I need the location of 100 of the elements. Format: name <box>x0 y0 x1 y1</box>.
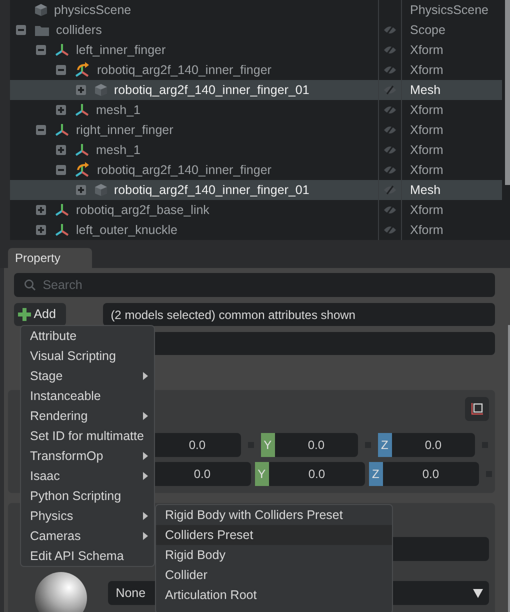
property-tab[interactable]: Property <box>8 248 92 268</box>
item-name: robotiq_arg2f_140_inner_finger_01 <box>114 82 310 99</box>
item-name: robotiq_arg2f_140_inner_finger <box>97 162 272 179</box>
item-name: right_inner_finger <box>76 122 174 139</box>
number-field[interactable]: Y 0.0 <box>260 433 358 457</box>
collapse-icon[interactable] <box>56 165 66 175</box>
collapse-icon[interactable] <box>36 45 46 55</box>
item-type: Xform <box>409 222 444 239</box>
scrollbar-thumb[interactable] <box>505 0 510 185</box>
axes-icon <box>74 142 90 158</box>
axes-arrow-icon <box>74 62 91 78</box>
tree-row[interactable]: right_inner_finger Xform <box>10 120 502 140</box>
axes-icon <box>54 202 70 218</box>
menu-item[interactable]: Attribute <box>21 326 154 346</box>
submenu-arrow-icon <box>143 412 148 420</box>
tree-row[interactable]: mesh_1 Xform <box>10 140 502 160</box>
expand-icon[interactable] <box>36 225 46 235</box>
item-name: colliders <box>56 22 102 39</box>
item-type: Xform <box>409 102 444 119</box>
menu-item[interactable]: Instanceable <box>21 386 154 406</box>
eye-icon[interactable] <box>383 205 397 215</box>
dropdown-arrow-icon <box>472 588 483 598</box>
eye-icon[interactable] <box>383 225 397 235</box>
eye-icon[interactable] <box>383 45 397 55</box>
tree-row[interactable]: colliders Scope <box>10 20 502 40</box>
tree-row[interactable]: left_outer_knuckle Xform <box>10 220 502 240</box>
item-type: Mesh <box>409 182 441 199</box>
axes-arrow-icon <box>74 162 91 178</box>
menu-item[interactable]: Visual Scripting <box>21 346 154 366</box>
eye-icon[interactable] <box>383 105 397 115</box>
axis-label: Z <box>368 462 383 486</box>
expand-icon[interactable] <box>56 105 66 115</box>
eye-icon[interactable] <box>383 25 397 35</box>
tree-row[interactable]: mesh_1 Xform <box>10 100 502 120</box>
submenu-arrow-icon <box>143 452 148 460</box>
search-icon <box>24 279 36 291</box>
eye-icon[interactable] <box>383 145 397 155</box>
submenu-arrow-icon <box>143 372 148 380</box>
tree-row[interactable]: robotiq_arg2f_140_inner_finger_01 Mesh <box>10 180 502 200</box>
item-type: Xform <box>409 62 444 79</box>
expand-icon[interactable] <box>76 85 86 95</box>
menu-item[interactable]: Edit API Schema <box>21 546 154 566</box>
collapse-icon[interactable] <box>56 65 66 75</box>
number-field[interactable]: Y 0.0 <box>254 462 365 486</box>
transform-gizmo-icon[interactable] <box>464 397 489 421</box>
axis-label: Y <box>254 462 269 486</box>
axes-icon <box>54 222 70 238</box>
info-field: (2 models selected) common attributes shown <box>102 303 495 326</box>
add-button[interactable]: Add <box>14 303 66 326</box>
menu-item[interactable]: Articulation Root <box>156 585 392 605</box>
number-field[interactable]: Z 0.0 <box>368 462 479 486</box>
submenu-arrow-icon <box>143 472 148 480</box>
plus-icon <box>18 308 31 321</box>
menu-item[interactable]: Stage <box>21 366 154 386</box>
menu-item[interactable]: Rigid Body with Colliders Preset <box>156 505 392 525</box>
item-type: Xform <box>409 142 444 159</box>
item-name: robotiq_arg2f_base_link <box>76 202 210 219</box>
tree-row[interactable]: robotiq_arg2f_base_link Xform <box>10 200 502 220</box>
menu-item[interactable]: Physics <box>21 506 154 526</box>
expand-icon[interactable] <box>56 145 66 155</box>
scrollbar-thumb[interactable] <box>508 325 510 612</box>
eye-icon[interactable] <box>383 85 397 95</box>
axes-icon <box>54 122 70 138</box>
item-type: Xform <box>409 202 444 219</box>
expand-icon[interactable] <box>76 185 86 195</box>
number-field[interactable]: Z 0.0 <box>378 433 475 457</box>
item-name: robotiq_arg2f_140_inner_finger_01 <box>114 182 310 199</box>
item-type: Mesh <box>409 82 441 99</box>
collapse-icon[interactable] <box>16 25 26 35</box>
menu-item[interactable]: Rigid Body <box>156 545 392 565</box>
eye-icon[interactable] <box>383 185 397 195</box>
menu-item[interactable]: Rendering <box>21 406 154 426</box>
eye-icon[interactable] <box>383 65 397 75</box>
collapse-icon[interactable] <box>36 125 46 135</box>
item-type: Xform <box>409 122 444 139</box>
item-name: mesh_1 <box>96 102 140 119</box>
item-name: robotiq_arg2f_140_inner_finger <box>97 62 272 79</box>
expand-icon[interactable] <box>36 205 46 215</box>
eye-icon[interactable] <box>383 125 397 135</box>
item-type: Xform <box>409 42 444 59</box>
cube-icon <box>94 83 108 97</box>
item-type: Scope <box>409 22 446 39</box>
menu-item[interactable]: Python Scripting <box>21 486 154 506</box>
eye-icon[interactable] <box>383 165 397 175</box>
folder-icon <box>34 24 50 36</box>
submenu-arrow-icon <box>143 532 148 540</box>
menu-item[interactable]: Cameras <box>21 526 154 546</box>
item-type: Xform <box>409 162 444 179</box>
tree-row[interactable]: left_inner_finger Xform <box>10 40 502 60</box>
item-name: physicsScene <box>54 2 132 19</box>
axis-label: Z <box>378 433 392 457</box>
submenu-arrow-icon <box>143 512 148 520</box>
menu-item[interactable]: Collider <box>156 565 392 585</box>
search-field[interactable]: Search <box>14 273 495 297</box>
menu-item[interactable]: Colliders Preset <box>156 525 392 545</box>
item-name: mesh_1 <box>96 142 140 159</box>
axis-label: Y <box>260 433 275 457</box>
tree-row[interactable]: physicsScene PhysicsScene <box>10 0 502 20</box>
tree-row[interactable]: robotiq_arg2f_140_inner_finger_01 Mesh <box>10 80 502 100</box>
item-name: left_inner_finger <box>76 42 166 59</box>
